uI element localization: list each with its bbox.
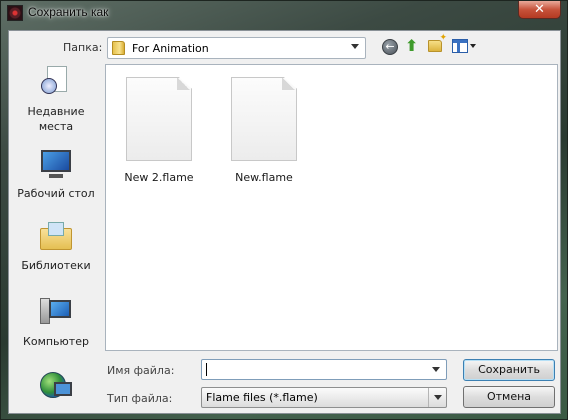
places-bar: Недавние места Рабочий стол Библиотеки К… [12, 64, 100, 414]
filename-input[interactable] [201, 359, 447, 380]
place-label: Библиотеки [21, 259, 91, 272]
network-icon [40, 370, 72, 402]
place-label: Рабочий стол [17, 187, 95, 200]
place-computer[interactable]: Компьютер [12, 296, 100, 349]
back-button[interactable]: ← [382, 39, 398, 55]
window-title: Сохранить как [28, 5, 109, 19]
filetype-select[interactable]: Flame files (*.flame) [201, 387, 447, 408]
text-caret [206, 363, 207, 376]
dialog-window: Сохранить как ✕ Папка: For Animation ← ⬆… [0, 0, 568, 420]
view-menu-chevron-icon[interactable] [470, 44, 476, 48]
lookin-folder-combo[interactable]: For Animation [107, 37, 366, 59]
place-libraries[interactable]: Библиотеки [12, 222, 100, 273]
dialog-client-area: Папка: For Animation ← ⬆ Недавние места … [8, 30, 561, 414]
libraries-icon [40, 222, 72, 252]
view-menu-button[interactable] [452, 39, 468, 53]
filename-label: Имя файла: [107, 364, 175, 377]
up-arrow-icon: ⬆ [405, 36, 419, 55]
back-arrow-icon: ← [385, 40, 395, 53]
cancel-button[interactable]: Отмена [463, 386, 555, 408]
new-folder-button[interactable] [428, 33, 447, 52]
chevron-down-icon[interactable] [351, 44, 359, 49]
file-item[interactable]: New 2.flame [118, 77, 200, 184]
chevron-down-icon[interactable] [428, 388, 446, 407]
file-name: New.flame [235, 171, 293, 184]
filetype-value: Flame files (*.flame) [206, 391, 318, 404]
lookin-label: Папка: [63, 41, 103, 54]
recent-places-icon [41, 66, 71, 98]
filetype-label: Тип файла: [107, 392, 173, 405]
save-button[interactable]: Сохранить [463, 359, 555, 381]
title-bar[interactable]: Сохранить как ✕ [1, 1, 567, 25]
place-label: места [38, 120, 74, 133]
current-folder-name: For Animation [132, 42, 209, 55]
computer-icon [40, 296, 72, 328]
folder-icon [112, 41, 125, 55]
close-button[interactable]: ✕ [518, 1, 561, 19]
file-list[interactable]: New 2.flame New.flame [105, 64, 558, 351]
place-network[interactable] [12, 370, 100, 408]
place-desktop[interactable]: Рабочий стол [12, 150, 100, 201]
place-label: Компьютер [23, 335, 89, 348]
place-recent[interactable]: Недавние места [12, 66, 100, 134]
document-icon [126, 77, 192, 161]
file-name: New 2.flame [124, 171, 194, 184]
file-item[interactable]: New.flame [223, 77, 305, 184]
document-icon [231, 77, 297, 161]
desktop-icon [40, 150, 72, 180]
app-icon [7, 5, 23, 21]
up-one-level-button[interactable]: ⬆ [405, 37, 421, 55]
place-label: Недавние [27, 105, 85, 118]
chevron-down-icon[interactable] [432, 367, 440, 372]
close-icon: ✕ [534, 2, 545, 17]
